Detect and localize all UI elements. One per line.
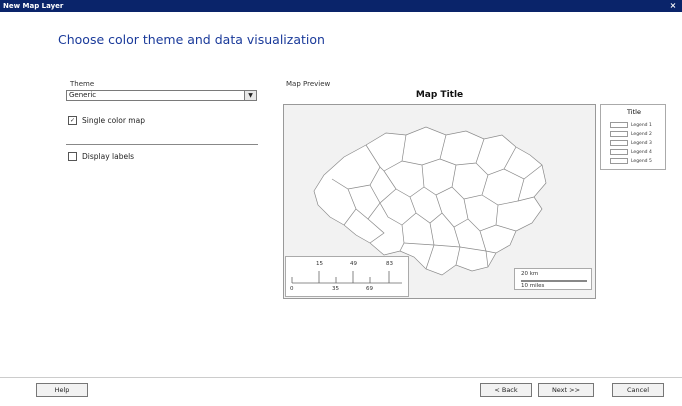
color-scale-label: 0 <box>290 286 294 292</box>
legend-item: Legend 1 <box>610 122 652 128</box>
window-title-bar: New Map Layer × <box>0 0 682 12</box>
single-color-map-checkbox[interactable]: ✓ <box>68 116 77 125</box>
next-button[interactable]: Next >> <box>538 383 594 397</box>
legend-swatch <box>610 158 628 164</box>
legend-swatch <box>610 149 628 155</box>
close-icon[interactable]: × <box>668 0 678 12</box>
color-scale-label: 69 <box>366 286 373 292</box>
back-button[interactable]: < Back <box>480 383 532 397</box>
legend-swatch <box>610 131 628 137</box>
cancel-button[interactable]: Cancel <box>612 383 664 397</box>
color-scale-ticks <box>291 271 402 284</box>
single-color-map-option[interactable]: ✓ Single color map <box>68 116 145 125</box>
map-legend: Title Legend 1 Legend 2 Legend 3 Legend … <box>600 104 666 170</box>
legend-item-label: Legend 1 <box>631 122 652 128</box>
legend-item-label: Legend 4 <box>631 149 652 155</box>
single-color-map-label: Single color map <box>82 116 145 125</box>
chevron-down-icon[interactable]: ▼ <box>244 91 256 100</box>
display-labels-option[interactable]: Display labels <box>68 152 134 161</box>
window-title: New Map Layer <box>3 2 64 10</box>
theme-label: Theme <box>70 80 95 88</box>
legend-item-label: Legend 2 <box>631 131 652 137</box>
map-preview-label: Map Preview <box>286 80 331 88</box>
legend-swatch <box>610 122 628 128</box>
legend-item-label: Legend 3 <box>631 140 652 146</box>
legend-item: Legend 3 <box>610 140 652 146</box>
display-labels-label: Display labels <box>82 152 135 161</box>
theme-select[interactable]: Generic ▼ <box>66 90 257 101</box>
footer-divider <box>0 377 682 378</box>
distance-scale-bottom-label: 10 miles <box>521 283 545 289</box>
distance-scale: 20 km 10 miles <box>514 268 592 290</box>
color-scale: 15 49 83 0 35 69 <box>285 256 409 297</box>
help-button[interactable]: Help <box>36 383 88 397</box>
legend-item: Legend 5 <box>610 158 652 164</box>
legend-item: Legend 2 <box>610 131 652 137</box>
legend-item: Legend 4 <box>610 149 652 155</box>
page-heading: Choose color theme and data visualizatio… <box>58 32 325 47</box>
color-scale-label: 35 <box>332 286 339 292</box>
legend-item-label: Legend 5 <box>631 158 652 164</box>
map-title: Map Title <box>415 90 464 100</box>
divider <box>66 144 258 145</box>
display-labels-checkbox[interactable] <box>68 152 77 161</box>
legend-title: Title <box>627 108 641 116</box>
theme-select-value: Generic <box>69 91 97 99</box>
legend-swatch <box>610 140 628 146</box>
